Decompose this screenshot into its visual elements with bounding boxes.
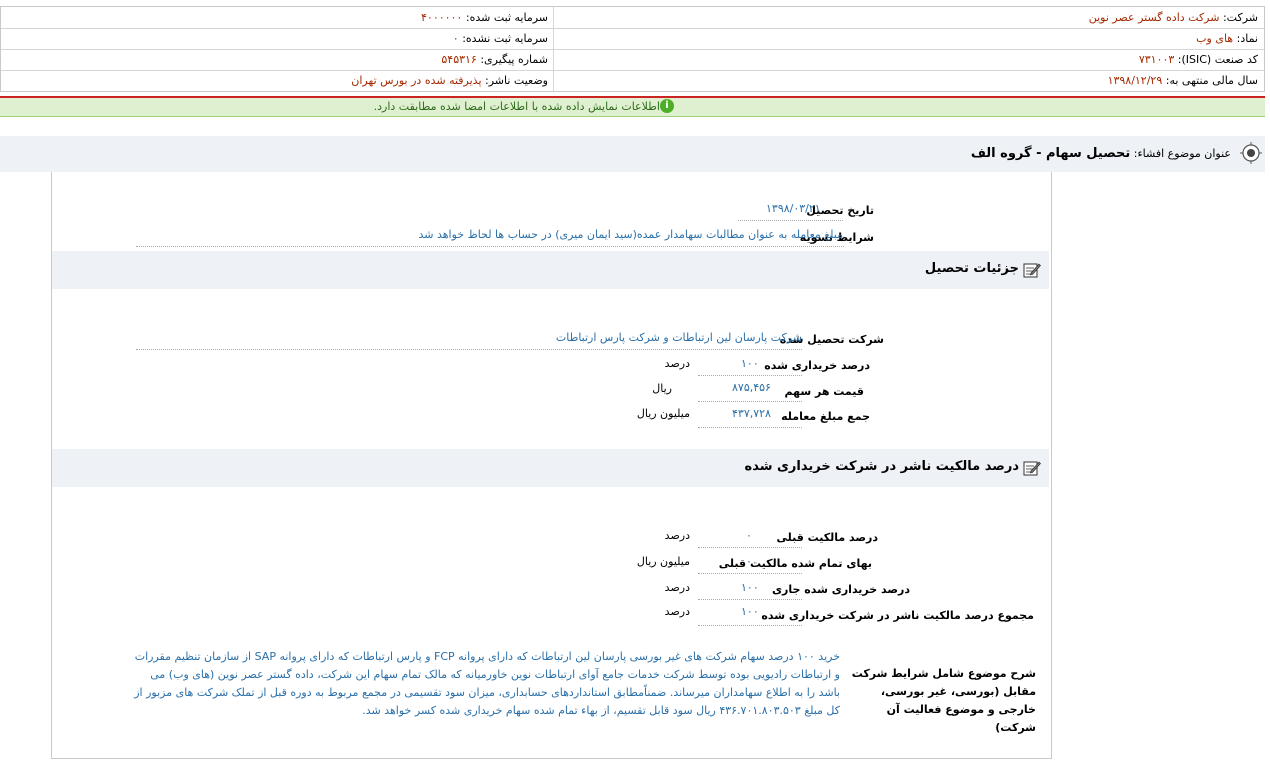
- header-row-divider: [1, 28, 1264, 29]
- description-label: شرح موضوع شامل شرایط شرکت مقابل (بورسی، …: [851, 667, 1036, 734]
- prev-ownership-cost-label: بهای تمام شده مالکیت قبلی: [718, 557, 872, 570]
- symbol-value[interactable]: های وب: [1196, 32, 1233, 45]
- isic-value: ۷۳۱۰۰۳: [1138, 53, 1175, 66]
- share-price-unit: ریال: [652, 382, 672, 395]
- acquired-company-value: شرکت پارسان لین ارتباطات و شرکت پارس ارت…: [555, 331, 802, 344]
- isic-label: کد صنعت (ISIC):: [1177, 53, 1258, 66]
- purchased-percent-value: ۱۰۰: [741, 357, 759, 370]
- disclosure-topic-value: تحصیل سهام - گروه الف: [970, 146, 1131, 161]
- prev-ownership-percent-value: ۰: [746, 529, 752, 542]
- company-field: شرکت: شرکت داده گستر عصر نوین: [1089, 7, 1258, 28]
- unregistered-capital-value: ۰: [452, 32, 459, 45]
- share-price-underline: [698, 401, 802, 402]
- isic-field: کد صنعت (ISIC): ۷۳۱۰۰۳: [1139, 49, 1258, 70]
- disclosure-topic: عنوان موضوع افشاء: تحصیل سهام - گروه الف: [971, 146, 1231, 161]
- section-title: درصد مالکیت ناشر در شرکت خریداری شده: [744, 459, 1019, 474]
- section-title: جزئیات تحصیل: [924, 261, 1019, 276]
- company-value[interactable]: شرکت داده گستر عصر نوین: [1089, 11, 1220, 24]
- company-label: شرکت:: [1222, 11, 1258, 24]
- prev-ownership-percent-label: درصد مالکیت قبلی: [776, 531, 878, 544]
- info-icon: i: [660, 99, 674, 113]
- section-ownership: درصد مالکیت ناشر در شرکت خریداری شده: [52, 449, 1049, 487]
- verification-notice: اطلاعات نمایش داده شده با اطلاعات امضا ش…: [0, 98, 1265, 117]
- publisher-status-label: وضعیت ناشر:: [485, 74, 548, 87]
- prev-ownership-cost-underline: [698, 573, 802, 574]
- symbol-field: نماد: های وب: [1196, 28, 1258, 49]
- registered-capital-label: سرمایه ثبت شده:: [465, 11, 548, 24]
- transaction-total-unit: میلیون ریال: [636, 407, 690, 420]
- transaction-total-underline: [698, 427, 802, 428]
- prev-ownership-cost-value: ۰: [746, 555, 752, 568]
- current-purchase-percent-underline: [698, 599, 802, 600]
- header-row-divider: [1, 70, 1264, 71]
- purchased-percent-unit: درصد: [664, 357, 690, 370]
- registered-capital-value: ۴۰۰۰۰۰۰: [421, 11, 463, 24]
- current-purchase-percent-label: درصد خریداری شده جاری: [771, 583, 910, 596]
- total-ownership-percent-value: ۱۰۰: [741, 605, 759, 618]
- unregistered-capital-field: سرمایه ثبت نشده: ۰: [453, 28, 548, 49]
- purchased-percent-label: درصد خریداری شده: [764, 359, 870, 372]
- target-icon: [1240, 142, 1262, 164]
- transaction-total-label: جمع مبلغ معامله: [781, 410, 870, 423]
- tracking-number-label: شماره پیگیری:: [480, 53, 548, 66]
- header-info-table: شرکت: شرکت داده گستر عصر نوین نماد: های …: [0, 6, 1265, 92]
- edit-note-icon: [1023, 461, 1041, 476]
- settlement-terms-underline: [136, 246, 844, 247]
- disclosure-topic-label: عنوان موضوع افشاء:: [1133, 147, 1231, 160]
- unregistered-capital-label: سرمایه ثبت نشده:: [462, 32, 548, 45]
- registered-capital-field: سرمایه ثبت شده: ۴۰۰۰۰۰۰: [421, 7, 548, 28]
- total-ownership-percent-unit: درصد: [664, 605, 690, 618]
- share-price-value: ۸۷۵,۴۵۶: [732, 381, 771, 394]
- symbol-label: نماد:: [1236, 32, 1258, 45]
- acquired-company-underline: [136, 349, 802, 350]
- total-ownership-percent-underline: [698, 625, 802, 626]
- purchased-percent-underline: [698, 375, 802, 376]
- acquisition-date-value: ۱۳۹۸/۰۳/۲۱: [766, 202, 821, 215]
- tracking-number-field: شماره پیگیری: ۵۴۵۳۱۶: [441, 49, 548, 70]
- fiscal-year-field: سال مالی منتهی به: ۱۳۹۸/۱۲/۲۹: [1108, 70, 1258, 91]
- section-acquisition-details: جزئیات تحصیل: [52, 251, 1049, 289]
- acquisition-date-underline: [738, 220, 843, 221]
- prev-ownership-cost-unit: میلیون ریال: [636, 555, 690, 568]
- header-row-divider: [1, 49, 1264, 50]
- tracking-number-value: ۵۴۵۳۱۶: [441, 53, 477, 66]
- current-purchase-percent-unit: درصد: [664, 581, 690, 594]
- prev-ownership-percent-unit: درصد: [664, 529, 690, 542]
- fiscal-year-value: ۱۳۹۸/۱۲/۲۹: [1107, 74, 1163, 87]
- current-purchase-percent-value: ۱۰۰: [741, 581, 759, 594]
- description-text: خرید ۱۰۰ درصد سهام شرکت های غیر بورسی پا…: [134, 650, 840, 717]
- transaction-total-value: ۴۳۷,۷۲۸: [732, 407, 771, 420]
- prev-ownership-percent-underline: [698, 547, 802, 548]
- publisher-status-field: وضعیت ناشر: پذیرفته شده در بورس تهران: [351, 70, 548, 91]
- settlement-terms-value: مبلغ معامله به عنوان مطالبات سهامدار عمد…: [418, 228, 843, 241]
- verification-notice-text: اطلاعات نمایش داده شده با اطلاعات امضا ش…: [373, 100, 660, 113]
- disclosure-topic-bar: عنوان موضوع افشاء: تحصیل سهام - گروه الف: [0, 136, 1265, 172]
- publisher-status-value: پذیرفته شده در بورس تهران: [351, 74, 482, 87]
- edit-note-icon: [1023, 263, 1041, 278]
- fiscal-year-label: سال مالی منتهی به:: [1165, 74, 1258, 87]
- total-ownership-percent-label: مجموع درصد مالکیت ناشر در شرکت خریداری ش…: [761, 609, 1034, 622]
- share-price-label: قیمت هر سهم: [784, 385, 864, 398]
